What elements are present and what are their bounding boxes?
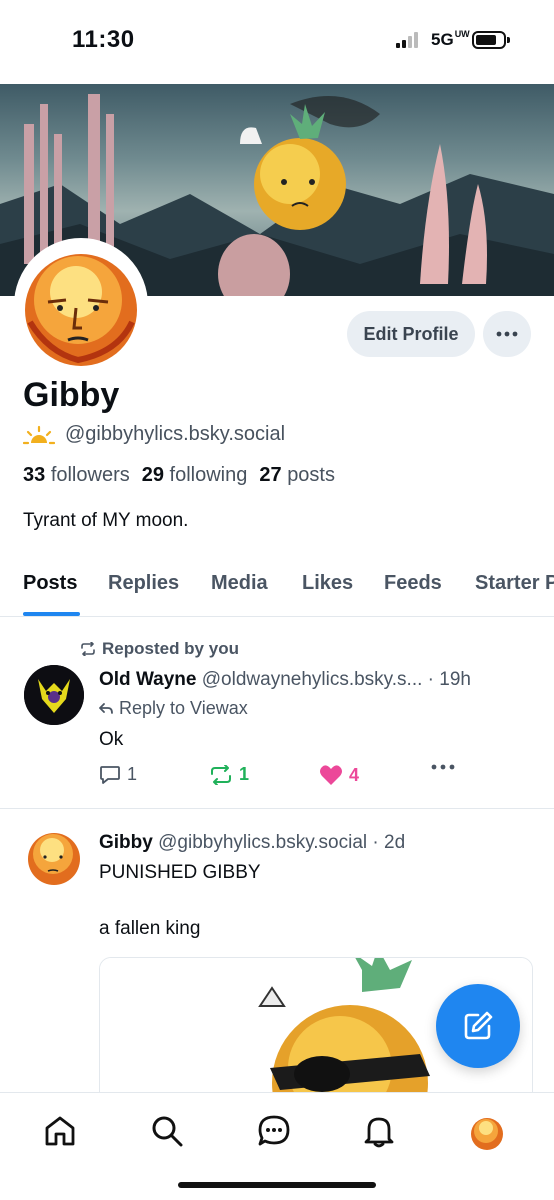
network-label: 5GUW <box>431 29 470 50</box>
signal-icon <box>396 32 422 48</box>
battery-icon <box>472 31 510 49</box>
tab-media[interactable]: Media <box>211 572 268 595</box>
nav-notifications[interactable] <box>361 1113 397 1149</box>
nav-home[interactable] <box>42 1113 78 1149</box>
reply-to-label[interactable]: Reply to Viewax <box>99 698 248 719</box>
post-header: Gibby @gibbyhylics.bsky.social · 2d <box>99 832 405 854</box>
reply-arrow-icon <box>99 702 113 714</box>
post-text-line: PUNISHED GIBBY <box>99 862 261 883</box>
status-time: 11:30 <box>72 26 135 53</box>
edit-profile-button[interactable]: Edit Profile <box>347 311 475 357</box>
following-link[interactable]: 29 following <box>142 464 248 487</box>
compose-button[interactable] <box>436 984 520 1068</box>
active-tab-indicator <box>23 612 80 616</box>
profile-avatar[interactable] <box>14 238 148 372</box>
chat-icon <box>258 1115 290 1146</box>
post-handle[interactable]: @gibbyhylics.bsky.social <box>158 832 367 853</box>
post-text-line: a fallen king <box>99 918 201 939</box>
search-icon <box>152 1116 183 1147</box>
post-header: Old Wayne @oldwaynehylics.bsky.s... · 19… <box>99 669 471 691</box>
nav-chat[interactable] <box>256 1113 292 1149</box>
compose-icon <box>464 1011 493 1040</box>
repost-icon <box>81 642 95 656</box>
status-bar: 11:30 5GUW <box>0 0 554 84</box>
handle-row: @gibbyhylics.bsky.social <box>23 423 285 446</box>
post-time: · 2d <box>372 832 406 853</box>
post-more-button[interactable] <box>431 764 455 770</box>
avatar[interactable] <box>24 665 84 725</box>
tab-replies[interactable]: Replies <box>108 572 179 595</box>
home-icon <box>45 1116 75 1146</box>
tab-likes[interactable]: Likes <box>302 572 353 595</box>
post-text: Ok <box>99 729 124 750</box>
posts-count: 27 posts <box>259 464 335 486</box>
sunrise-icon <box>23 425 55 444</box>
ellipsis-icon <box>431 764 455 770</box>
comment-icon <box>100 765 120 784</box>
profile-bio: Tyrant of MY moon. <box>23 510 189 531</box>
display-name: Gibby <box>23 376 120 414</box>
post-author[interactable]: Gibby <box>99 832 153 853</box>
profile-handle[interactable]: @gibbyhylics.bsky.social <box>65 423 285 446</box>
more-options-button[interactable] <box>483 311 531 357</box>
feed-post[interactable]: Reposted by you Old Wayne @oldwaynehylic… <box>0 617 554 809</box>
post-handle[interactable]: @oldwaynehylics.bsky.s... <box>202 669 423 690</box>
post-author[interactable]: Old Wayne <box>99 669 196 690</box>
repost-label: Reposted by you <box>80 639 239 659</box>
tab-feeds[interactable]: Feeds <box>384 572 442 595</box>
like-button[interactable]: 4 <box>319 764 359 786</box>
nav-search[interactable] <box>149 1113 185 1149</box>
heart-icon <box>320 765 342 785</box>
nav-profile-avatar[interactable] <box>468 1113 506 1151</box>
home-indicator <box>178 1182 376 1188</box>
repost-button[interactable]: 1 <box>209 764 249 785</box>
followers-link[interactable]: 33 followers <box>23 464 130 487</box>
bell-icon <box>364 1117 394 1148</box>
repost-icon <box>211 764 231 785</box>
post-time: · 19h <box>427 669 471 690</box>
tab-posts[interactable]: Posts <box>23 572 77 595</box>
reply-button[interactable]: 1 <box>99 764 137 785</box>
profile-stats: 33 followers 29 following 27 posts <box>23 464 335 487</box>
post-actions: 1 1 4 <box>99 764 459 788</box>
profile-tabs: Posts Replies Media Likes Feeds Starter … <box>0 560 554 617</box>
avatar[interactable] <box>24 826 84 886</box>
tab-starter-packs[interactable]: Starter Packs <box>475 572 554 595</box>
ellipsis-icon <box>496 331 518 337</box>
